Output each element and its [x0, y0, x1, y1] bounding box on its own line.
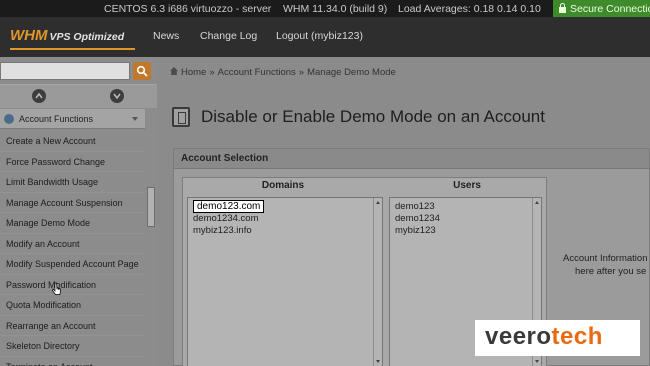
sidebar-item-demo-mode[interactable]: Manage Demo Mode — [0, 213, 145, 234]
panel-title: Account Selection — [174, 149, 649, 169]
section-label: Account Functions — [19, 114, 94, 124]
users-header: Users — [453, 180, 481, 191]
logo-main: WHM — [10, 27, 48, 44]
logo-sub: VPS Optimized — [49, 31, 125, 43]
account-info-line2: here after you se — [575, 266, 647, 277]
page-title: Disable or Enable Demo Mode on an Accoun… — [201, 107, 545, 126]
scroll-down-button[interactable] — [110, 89, 124, 103]
search-button[interactable] — [133, 62, 151, 80]
domains-scrollbar[interactable] — [373, 198, 382, 366]
domain-option[interactable]: mybiz123.info — [188, 225, 382, 237]
sidebar-item-rearrange-account[interactable]: Rearrange an Account — [0, 316, 145, 336]
breadcrumb-separator: » — [298, 67, 305, 78]
sidebar: Account Functions Create a New Account F… — [0, 57, 157, 366]
scroll-up-arrow-icon — [535, 201, 539, 204]
domains-header: Domains — [261, 180, 305, 191]
breadcrumb: Home» Account Functions» Manage Demo Mode — [170, 67, 396, 78]
sidebar-item-limit-bandwidth[interactable]: Limit Bandwidth Usage — [0, 172, 145, 193]
sidebar-item-suspended-page[interactable]: Modify Suspended Account Page — [0, 254, 145, 275]
chevron-down-icon — [113, 93, 121, 100]
sidebar-item-password-modification[interactable]: Password Modification — [0, 275, 145, 295]
server-status-bar: CENTOS 6.3 i686 virtuozzo - server WHM 1… — [0, 0, 650, 17]
logo-part-tech: tech — [551, 323, 603, 350]
load-averages: Load Averages: 0.18 0.14 0.10 — [398, 3, 541, 15]
scroll-down-arrow-icon — [376, 360, 380, 363]
nav-logout[interactable]: Logout (mybiz123) — [276, 30, 363, 42]
breadcrumb-current: Manage Demo Mode — [307, 67, 396, 78]
sidebar-search-input[interactable] — [0, 62, 130, 80]
sidebar-item-quota-modification[interactable]: Quota Modification — [0, 295, 145, 316]
nav-news[interactable]: News — [153, 30, 179, 42]
secure-connection-label: Secure Connection — [570, 3, 650, 15]
logo-part-veero: veero — [485, 323, 552, 350]
account-functions-icon — [4, 114, 14, 124]
sidebar-scroll-controls — [0, 84, 157, 108]
domain-option-label: demo123.com — [193, 200, 265, 213]
search-icon — [136, 65, 148, 77]
user-option[interactable]: mybiz123 — [390, 225, 541, 237]
account-information-hint: Account Information here after you se — [563, 252, 648, 278]
whm-version: WHM 11.34.0 (build 9) — [283, 3, 388, 15]
sidebar-item-create-account[interactable]: Create a New Account — [0, 131, 145, 152]
os-info: CENTOS 6.3 i686 virtuozzo - server — [104, 3, 272, 15]
sidebar-item-skeleton-directory[interactable]: Skeleton Directory — [0, 336, 145, 357]
logo-underline — [10, 48, 135, 50]
sidebar-item-terminate-account[interactable]: Terminate an Account — [0, 357, 145, 366]
sidebar-item-force-password-change[interactable]: Force Password Change — [0, 152, 145, 172]
secure-connection-badge: Secure Connection — [553, 0, 650, 17]
breadcrumb-separator: » — [209, 67, 215, 78]
header: WHM VPS Optimized News Change Log Logout … — [0, 17, 650, 57]
nav-change-log[interactable]: Change Log — [200, 30, 257, 42]
sidebar-menu: Create a New Account Force Password Chan… — [0, 131, 145, 366]
mouse-cursor-icon — [52, 282, 61, 295]
account-info-line1: Account Information — [563, 253, 648, 264]
domain-option[interactable]: demo1234.com — [188, 213, 382, 225]
sidebar-scrollbar[interactable] — [147, 187, 155, 227]
whm-logo[interactable]: WHM VPS Optimized — [10, 27, 135, 50]
sidebar-item-account-suspension[interactable]: Manage Account Suspension — [0, 193, 145, 213]
scroll-up-button[interactable] — [32, 89, 46, 103]
chevron-up-icon — [35, 92, 43, 99]
breadcrumb-home[interactable]: Home — [181, 67, 206, 78]
user-option[interactable]: demo123 — [390, 201, 541, 213]
lock-icon — [559, 3, 566, 13]
section-account-functions[interactable]: Account Functions — [0, 109, 145, 129]
demo-mode-icon — [172, 107, 190, 127]
breadcrumb-account-functions[interactable]: Account Functions — [218, 67, 296, 78]
sidebar-item-modify-account[interactable]: Modify an Account — [0, 234, 145, 254]
domains-listbox[interactable]: demo123.com demo1234.com mybiz123.info — [187, 197, 383, 366]
domain-option-selected[interactable]: demo123.com — [188, 200, 382, 213]
home-icon — [170, 67, 178, 75]
veerotech-logo: veerotech — [475, 320, 640, 356]
user-option[interactable]: demo1234 — [390, 213, 541, 225]
scroll-up-arrow-icon — [376, 201, 380, 204]
scroll-down-arrow-icon — [535, 360, 539, 363]
chevron-down-icon — [132, 117, 138, 121]
